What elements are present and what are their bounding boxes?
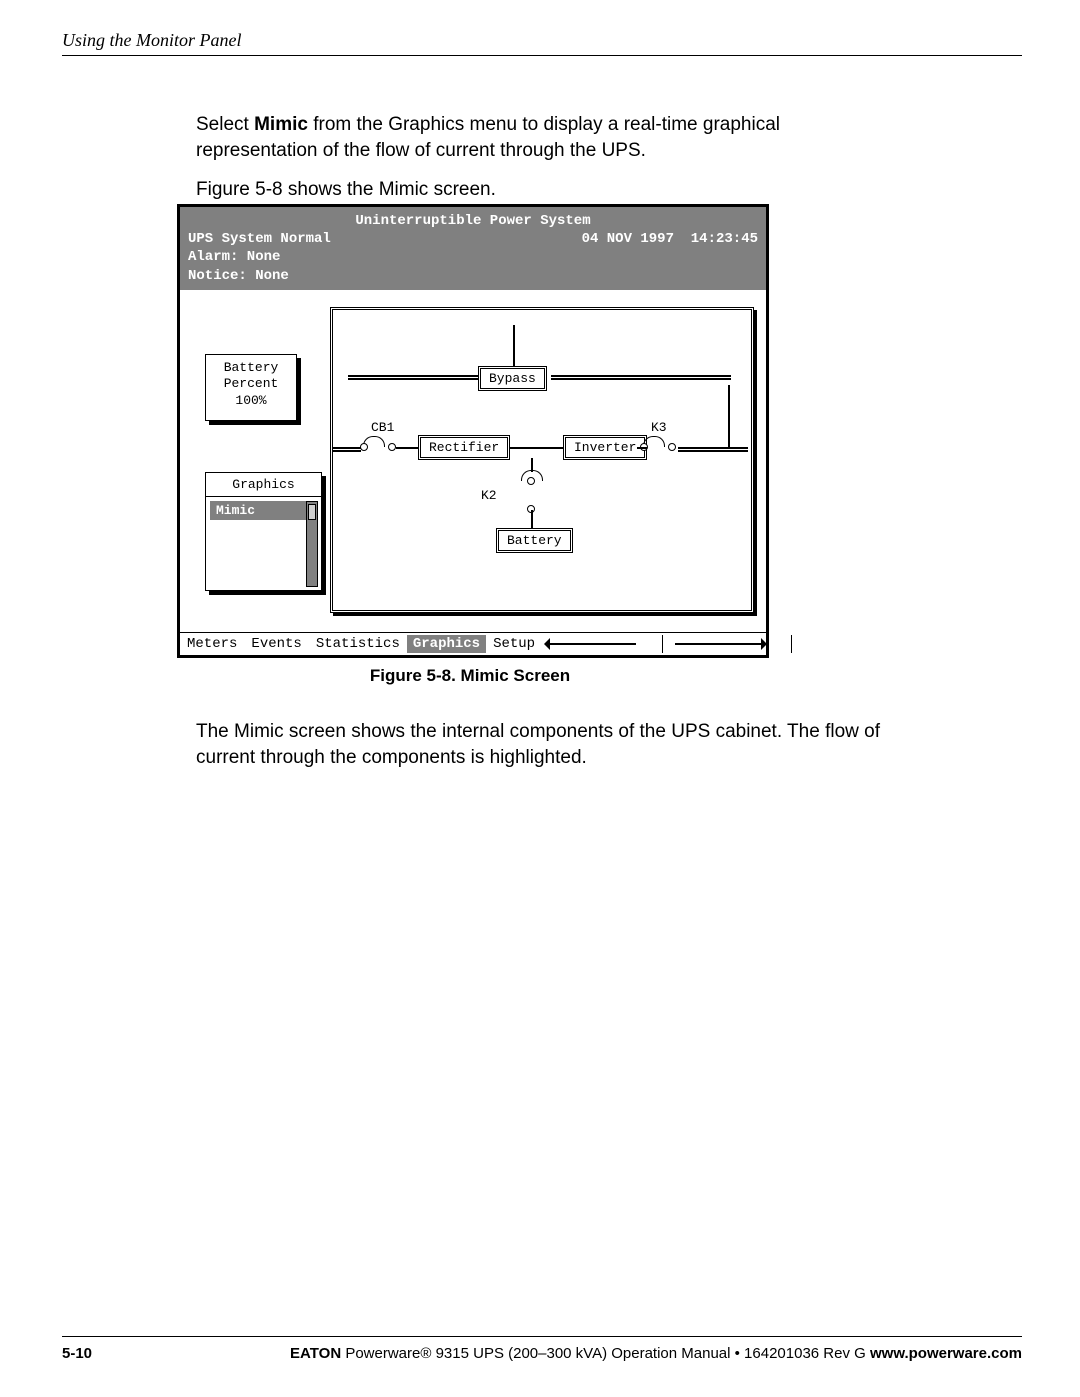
tab-meters[interactable]: Meters bbox=[180, 636, 244, 652]
line-into-rectifier bbox=[396, 447, 418, 449]
battery-l2: Percent bbox=[206, 376, 296, 392]
battery-l1: Battery bbox=[206, 360, 296, 376]
tabbar-arrows bbox=[542, 635, 800, 653]
figure-mimic-screen: Uninterruptible Power System UPS System … bbox=[177, 204, 763, 658]
line-k2-bottom bbox=[531, 510, 533, 528]
label-cb1: CB1 bbox=[371, 420, 394, 435]
paragraph-block-1: Select Mimic from the Graphics menu to d… bbox=[196, 112, 896, 217]
screen-notice: Notice: None bbox=[188, 267, 758, 285]
tabbar-divider-end bbox=[791, 635, 792, 653]
tab-events[interactable]: Events bbox=[244, 636, 308, 652]
screen-titlebar: Uninterruptible Power System UPS System … bbox=[180, 207, 766, 290]
screen-status: UPS System Normal bbox=[188, 230, 331, 248]
node-bypass: Bypass bbox=[478, 366, 547, 391]
label-k2: K2 bbox=[481, 488, 497, 503]
footer-brand: EATON bbox=[290, 1345, 341, 1362]
arrow-right-icon[interactable] bbox=[675, 643, 765, 645]
mimic-panel: Bypass CB1 Rectifier Inverter K3 bbox=[330, 307, 754, 613]
tab-setup[interactable]: Setup bbox=[486, 636, 542, 652]
line-bypass-top bbox=[513, 325, 515, 367]
scrollbar-knob[interactable] bbox=[308, 504, 316, 520]
node-rectifier: Rectifier bbox=[418, 435, 510, 460]
page-footer: 5-10 EATON Powerware® 9315 UPS (200–300 … bbox=[62, 1336, 1022, 1362]
switch-cb1-b bbox=[391, 436, 411, 452]
arrow-left-icon[interactable] bbox=[546, 643, 636, 645]
line-input bbox=[333, 447, 361, 449]
battery-percent-box: Battery Percent 100% bbox=[205, 354, 297, 421]
tab-statistics[interactable]: Statistics bbox=[309, 636, 407, 652]
node-rectifier-label: Rectifier bbox=[429, 440, 499, 455]
node-battery-label: Battery bbox=[507, 533, 562, 548]
switch-k3 bbox=[643, 436, 663, 452]
label-k3: K3 bbox=[651, 420, 667, 435]
running-head: Using the Monitor Panel bbox=[62, 30, 241, 51]
ups-display-screen: Uninterruptible Power System UPS System … bbox=[177, 204, 769, 658]
line-bypass-out bbox=[551, 378, 731, 380]
graphics-menu[interactable]: Graphics Mimic bbox=[205, 472, 322, 591]
header-rule bbox=[62, 55, 1022, 56]
line-input-dbl bbox=[333, 450, 361, 452]
graphics-menu-title: Graphics bbox=[206, 473, 321, 497]
battery-l3: 100% bbox=[206, 393, 296, 409]
node-battery: Battery bbox=[496, 528, 573, 553]
line-output bbox=[678, 447, 748, 449]
node-inverter: Inverter bbox=[563, 435, 647, 460]
screen-title: Uninterruptible Power System bbox=[188, 212, 758, 230]
p1a: Select bbox=[196, 114, 254, 135]
footer-mid: Powerware® 9315 UPS (200–300 kVA) Operat… bbox=[341, 1345, 870, 1362]
footer-text: EATON Powerware® 9315 UPS (200–300 kVA) … bbox=[122, 1345, 1022, 1362]
paragraph-3: The Mimic screen shows the internal comp… bbox=[196, 719, 896, 770]
figure-caption: Figure 5-8. Mimic Screen bbox=[177, 666, 763, 686]
page-number: 5-10 bbox=[62, 1345, 92, 1362]
line-output-dbl bbox=[678, 450, 748, 452]
line-bypass-in bbox=[348, 378, 478, 380]
screen-datetime: 04 NOV 1997 14:23:45 bbox=[582, 230, 758, 248]
switch-cb1 bbox=[363, 436, 383, 452]
node-bypass-label: Bypass bbox=[489, 371, 536, 386]
tabbar-divider bbox=[662, 635, 663, 653]
screen-tabbar: Meters Events Statistics Graphics Setup bbox=[180, 632, 766, 655]
graphics-menu-selected-item[interactable]: Mimic bbox=[210, 501, 317, 520]
graphics-menu-empty bbox=[206, 520, 321, 590]
line-out-pre bbox=[637, 447, 647, 449]
paragraph-2: Figure 5-8 shows the Mimic screen. bbox=[196, 177, 896, 203]
node-inverter-label: Inverter bbox=[574, 440, 636, 455]
switch-k2 bbox=[521, 470, 541, 486]
line-dc-bus bbox=[509, 447, 564, 449]
screen-alarm: Alarm: None bbox=[188, 248, 758, 266]
p1-bold: Mimic bbox=[254, 114, 308, 135]
paragraph-block-2: The Mimic screen shows the internal comp… bbox=[196, 700, 896, 789]
graphics-menu-scrollbar[interactable] bbox=[306, 501, 318, 587]
tab-graphics[interactable]: Graphics bbox=[407, 635, 486, 653]
footer-url: www.powerware.com bbox=[870, 1345, 1022, 1362]
paragraph-1: Select Mimic from the Graphics menu to d… bbox=[196, 112, 896, 163]
line-bypass-merge bbox=[728, 385, 730, 447]
